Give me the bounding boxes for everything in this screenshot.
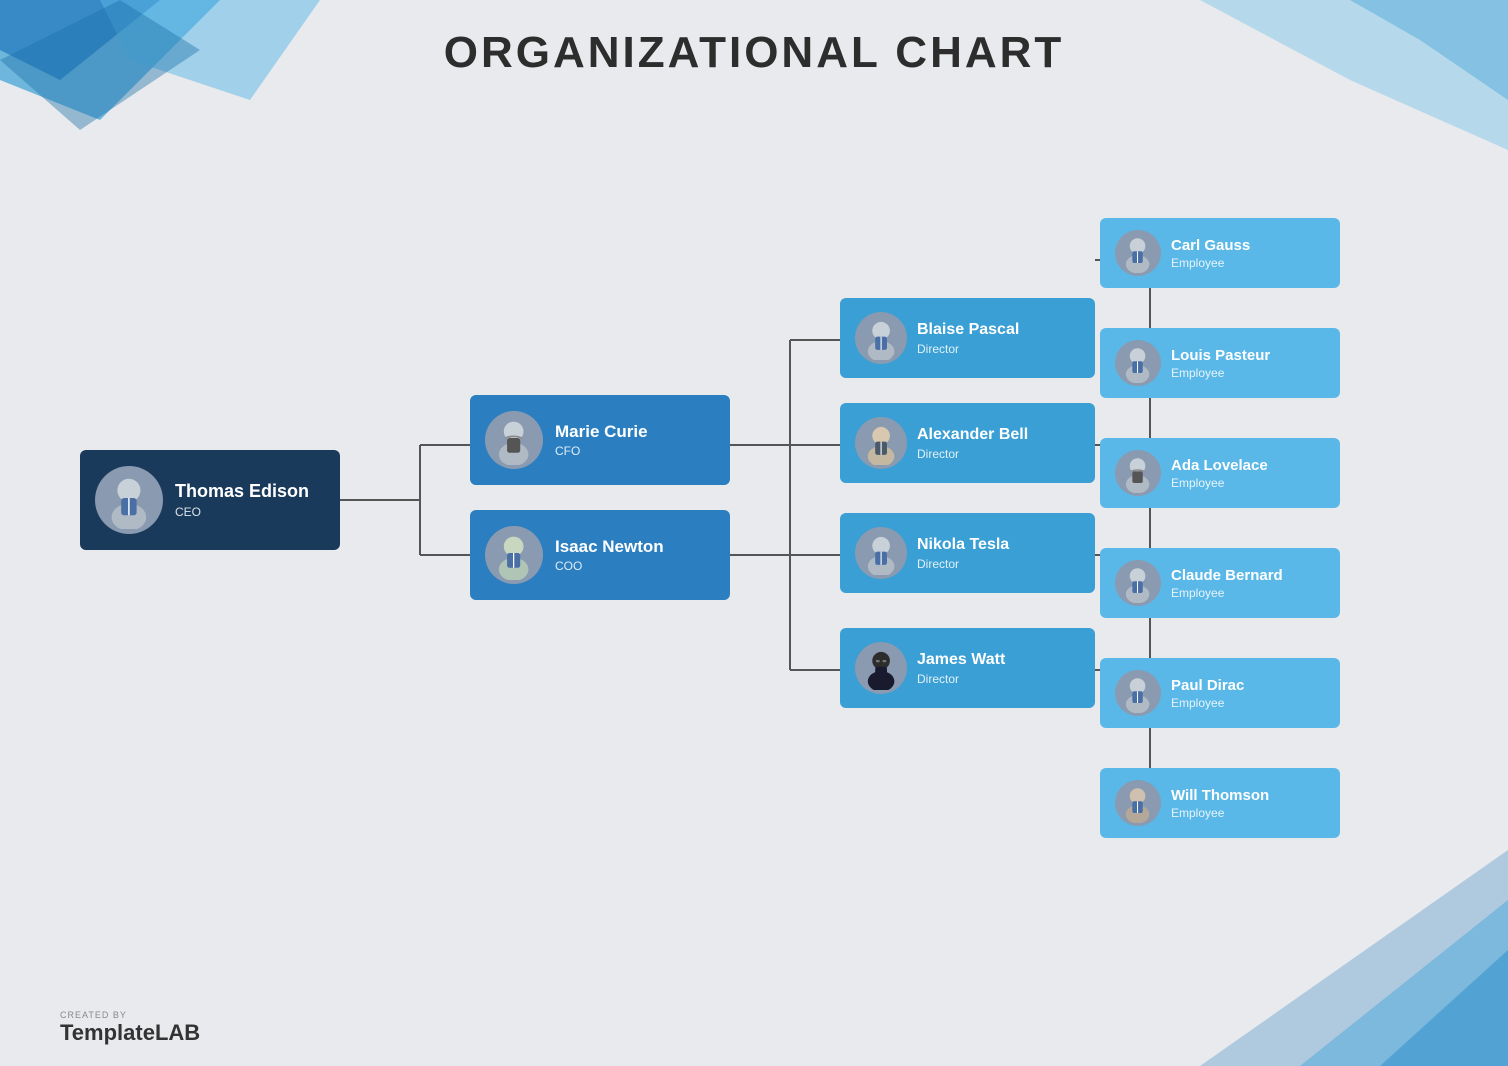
page-title: ORGANIZATIONAL CHART (0, 28, 1508, 78)
director1-card: Blaise Pascal Director (840, 298, 1095, 378)
director1-name: Blaise Pascal (917, 320, 1019, 339)
director2-card: Alexander Bell Director (840, 403, 1095, 483)
employee1-avatar (1115, 230, 1161, 276)
cfo-role: CFO (555, 444, 648, 458)
coo-role: COO (555, 559, 664, 573)
branding-lab: LAB (155, 1020, 200, 1045)
branding: CREATED BY TemplateLAB (60, 1010, 200, 1046)
org-chart: Thomas Edison CEO Marie Curie CFO (50, 100, 1470, 970)
coo-name: Isaac Newton (555, 537, 664, 557)
cfo-avatar (485, 411, 543, 469)
employee2-card: Louis Pasteur Employee (1100, 328, 1340, 398)
branding-name: TemplateLAB (60, 1020, 200, 1046)
employee5-avatar (1115, 670, 1161, 716)
employee6-avatar (1115, 780, 1161, 826)
ceo-avatar (95, 466, 163, 534)
director4-avatar (855, 642, 907, 694)
employee4-avatar (1115, 560, 1161, 606)
employee2-name: Louis Pasteur (1171, 347, 1270, 364)
employee1-role: Employee (1171, 256, 1250, 270)
director4-name: James Watt (917, 650, 1005, 669)
director3-name: Nikola Tesla (917, 535, 1009, 554)
ceo-name: Thomas Edison (175, 481, 309, 503)
employee5-name: Paul Dirac (1171, 677, 1244, 694)
employee4-name: Claude Bernard (1171, 567, 1283, 584)
coo-avatar (485, 526, 543, 584)
employee3-avatar (1115, 450, 1161, 496)
employee3-role: Employee (1171, 476, 1268, 490)
cfo-card: Marie Curie CFO (470, 395, 730, 485)
employee4-card: Claude Bernard Employee (1100, 548, 1340, 618)
employee6-card: Will Thomson Employee (1100, 768, 1340, 838)
director1-avatar (855, 312, 907, 364)
employee2-avatar (1115, 340, 1161, 386)
branding-created-by: CREATED BY (60, 1010, 200, 1020)
director2-name: Alexander Bell (917, 425, 1028, 444)
director2-role: Director (917, 447, 1028, 461)
coo-card: Isaac Newton COO (470, 510, 730, 600)
director2-avatar (855, 417, 907, 469)
director3-avatar (855, 527, 907, 579)
employee5-card: Paul Dirac Employee (1100, 658, 1340, 728)
director4-card: James Watt Director (840, 628, 1095, 708)
ceo-role: CEO (175, 505, 309, 519)
director1-role: Director (917, 342, 1019, 356)
director3-card: Nikola Tesla Director (840, 513, 1095, 593)
employee6-name: Will Thomson (1171, 787, 1269, 804)
branding-template: Template (60, 1020, 155, 1045)
employee5-role: Employee (1171, 696, 1244, 710)
ceo-card: Thomas Edison CEO (80, 450, 340, 550)
director3-role: Director (917, 557, 1009, 571)
employee6-role: Employee (1171, 806, 1269, 820)
employee3-name: Ada Lovelace (1171, 457, 1268, 474)
employee3-card: Ada Lovelace Employee (1100, 438, 1340, 508)
employee2-role: Employee (1171, 366, 1270, 380)
employee1-card: Carl Gauss Employee (1100, 218, 1340, 288)
employee4-role: Employee (1171, 586, 1283, 600)
director4-role: Director (917, 672, 1005, 686)
cfo-name: Marie Curie (555, 422, 648, 442)
employee1-name: Carl Gauss (1171, 237, 1250, 254)
